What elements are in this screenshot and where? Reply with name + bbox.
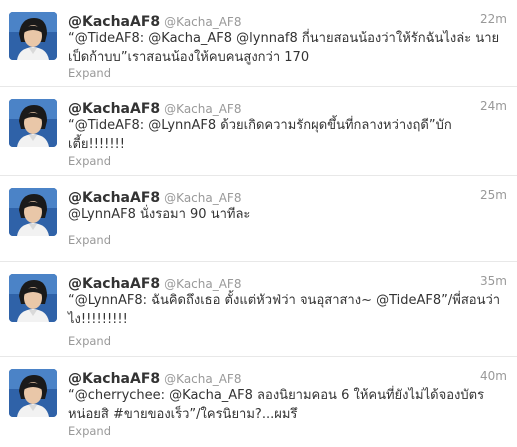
tweet-username[interactable]: @Kacha_AF8 bbox=[164, 191, 241, 205]
tweet-username[interactable]: @Kacha_AF8 bbox=[164, 102, 241, 116]
expand-link[interactable]: Expand bbox=[68, 233, 111, 247]
tweet-username[interactable]: @Kacha_AF8 bbox=[164, 15, 241, 29]
expand-link[interactable]: Expand bbox=[68, 424, 111, 438]
tweet-timestamp[interactable]: 22m bbox=[480, 12, 507, 26]
tweet-item[interactable]: @KachaAF8 @Kacha_AF8 24m “@TideAF8: @Lynn… bbox=[0, 87, 517, 176]
avatar-photo-icon bbox=[9, 188, 57, 236]
avatar[interactable] bbox=[9, 188, 57, 236]
tweet-item[interactable]: @KachaAF8 @Kacha_AF8 25m @LynnAF8 นั่งรอม… bbox=[0, 176, 517, 262]
tweet-header: @KachaAF8 @Kacha_AF8 22m bbox=[68, 11, 507, 30]
tweet-timestamp[interactable]: 40m bbox=[480, 369, 507, 383]
tweet-header: @KachaAF8 @Kacha_AF8 25m bbox=[68, 187, 507, 206]
tweet-header: @KachaAF8 @Kacha_AF8 24m bbox=[68, 98, 507, 117]
tweet-text: “@TideAF8: @Kacha_AF8 @lynnaf8 กี่นายสอน… bbox=[68, 31, 500, 65]
tweet-text: “@cherrychee: @Kacha_AF8 ลองนิยามคอน 6 ใ… bbox=[68, 388, 485, 422]
tweet-text: “@TideAF8: @LynnAF8 ด้วยเกิดความรักผุดขึ… bbox=[68, 118, 452, 152]
tweet-username[interactable]: @Kacha_AF8 bbox=[164, 372, 241, 386]
tweet-fullname[interactable]: @KachaAF8 bbox=[68, 190, 160, 206]
expand-link[interactable]: Expand bbox=[68, 66, 111, 80]
tweet-header: @KachaAF8 @Kacha_AF8 40m bbox=[68, 368, 507, 387]
expand-link[interactable]: Expand bbox=[68, 334, 111, 348]
tweet-text: “@LynnAF8: ฉันคิดถึงเธอ ตั้งแต่หัวฟ่ว่า … bbox=[68, 293, 501, 327]
tweet-text: @LynnAF8 นั่งรอมา 90 นาทีละ bbox=[68, 207, 251, 222]
avatar[interactable] bbox=[9, 12, 57, 60]
avatar[interactable] bbox=[9, 369, 57, 417]
avatar-photo-icon bbox=[9, 274, 57, 322]
expand-link[interactable]: Expand bbox=[68, 154, 111, 168]
tweet-fullname[interactable]: @KachaAF8 bbox=[68, 276, 160, 292]
tweet-fullname[interactable]: @KachaAF8 bbox=[68, 101, 160, 117]
tweet-item[interactable]: @KachaAF8 @Kacha_AF8 40m “@cherrychee: @K… bbox=[0, 357, 517, 447]
avatar-photo-icon bbox=[9, 369, 57, 417]
tweet-fullname[interactable]: @KachaAF8 bbox=[68, 371, 160, 387]
tweet-timestamp[interactable]: 25m bbox=[480, 188, 507, 202]
tweet-fullname[interactable]: @KachaAF8 bbox=[68, 14, 160, 30]
avatar[interactable] bbox=[9, 274, 57, 322]
tweet-timestamp[interactable]: 24m bbox=[480, 99, 507, 113]
tweet-timestamp[interactable]: 35m bbox=[480, 274, 507, 288]
tweet-item[interactable]: @KachaAF8 @Kacha_AF8 35m “@LynnAF8: ฉันคิ… bbox=[0, 262, 517, 357]
avatar-photo-icon bbox=[9, 99, 57, 147]
tweet-item[interactable]: @KachaAF8 @Kacha_AF8 22m “@TideAF8: @Kach… bbox=[0, 0, 517, 87]
tweet-header: @KachaAF8 @Kacha_AF8 35m bbox=[68, 273, 507, 292]
tweet-timeline: @KachaAF8 @Kacha_AF8 22m “@TideAF8: @Kach… bbox=[0, 0, 517, 447]
avatar[interactable] bbox=[9, 99, 57, 147]
avatar-photo-icon bbox=[9, 12, 57, 60]
tweet-username[interactable]: @Kacha_AF8 bbox=[164, 277, 241, 291]
